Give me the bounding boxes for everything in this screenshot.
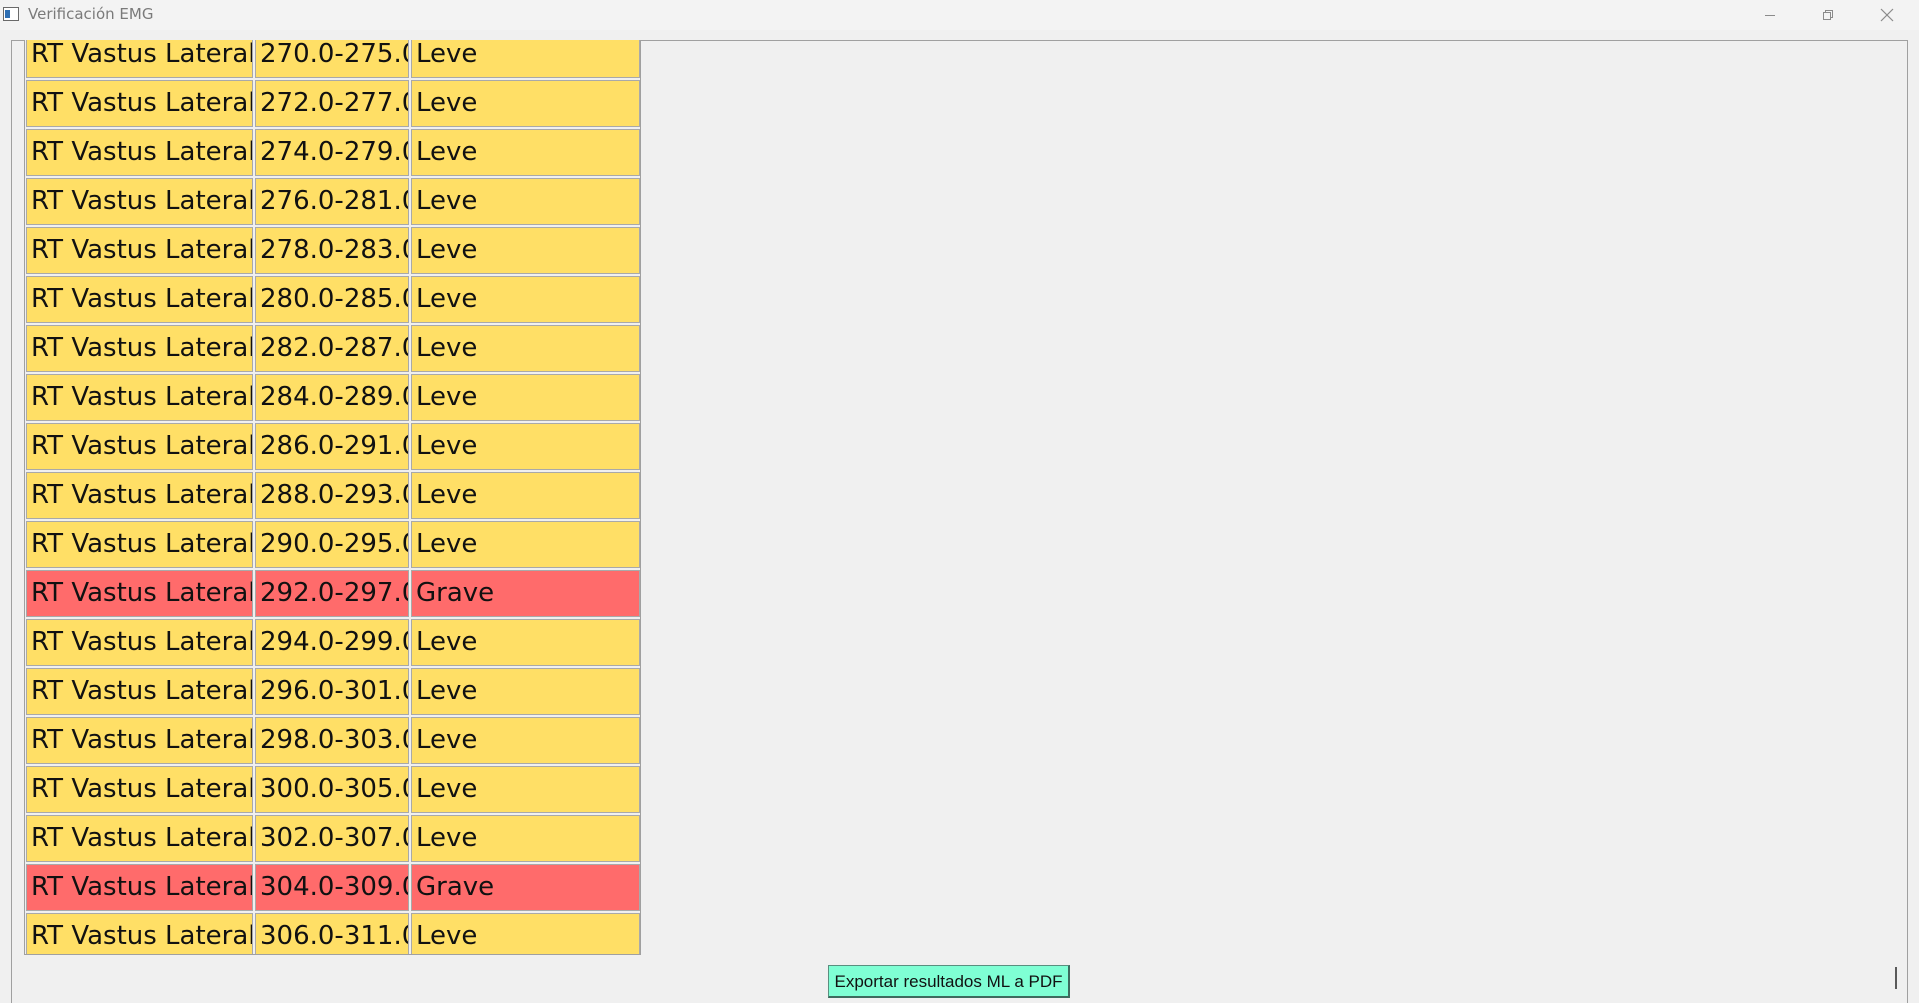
muscle-cell[interactable]: RT Vastus Lateralis — [26, 276, 253, 323]
table-row[interactable]: RT Vastus Lateralis 274.0-279.0 Leve — [26, 129, 640, 178]
table-row[interactable]: RT Vastus Lateralis 306.0-311.0 Leve — [26, 913, 640, 954]
severity-cell[interactable]: Leve — [411, 423, 640, 470]
scrollbar-thumb[interactable] — [1895, 967, 1897, 989]
minimize-icon — [1765, 15, 1775, 16]
table-row[interactable]: RT Vastus Lateralis 304.0-309.0 Grave — [26, 864, 640, 913]
severity-cell[interactable]: Leve — [411, 619, 640, 666]
severity-cell[interactable]: Leve — [411, 668, 640, 715]
range-cell[interactable]: 280.0-285.0 — [255, 276, 409, 323]
range-cell[interactable]: 270.0-275.0 — [255, 40, 409, 78]
minimize-button[interactable] — [1741, 0, 1799, 30]
range-cell[interactable]: 298.0-303.0 — [255, 717, 409, 764]
muscle-cell[interactable]: RT Vastus Lateralis — [26, 227, 253, 274]
muscle-cell[interactable]: RT Vastus Lateralis — [26, 717, 253, 764]
table-row[interactable]: RT Vastus Lateralis 300.0-305.0 Leve — [26, 766, 640, 815]
muscle-cell[interactable]: RT Vastus Lateralis — [26, 815, 253, 862]
muscle-cell[interactable]: RT Vastus Lateralis — [26, 472, 253, 519]
muscle-cell[interactable]: RT Vastus Lateralis — [26, 521, 253, 568]
table-row[interactable]: RT Vastus Lateralis 280.0-285.0 Leve — [26, 276, 640, 325]
range-cell[interactable]: 288.0-293.0 — [255, 472, 409, 519]
severity-cell[interactable]: Leve — [411, 40, 640, 78]
range-cell[interactable]: 300.0-305.0 — [255, 766, 409, 813]
range-cell[interactable]: 306.0-311.0 — [255, 913, 409, 954]
table-row[interactable]: RT Vastus Lateralis 270.0-275.0 Leve — [26, 40, 640, 80]
severity-cell[interactable]: Grave — [411, 570, 640, 617]
range-cell[interactable]: 274.0-279.0 — [255, 129, 409, 176]
range-cell[interactable]: 284.0-289.0 — [255, 374, 409, 421]
range-cell[interactable]: 294.0-299.0 — [255, 619, 409, 666]
severity-cell[interactable]: Leve — [411, 472, 640, 519]
range-cell[interactable]: 272.0-277.0 — [255, 80, 409, 127]
window-title: Verificación EMG — [28, 5, 154, 23]
table-row[interactable]: RT Vastus Lateralis 282.0-287.0 Leve — [26, 325, 640, 374]
restore-icon — [1823, 10, 1833, 20]
table-row[interactable]: RT Vastus Lateralis 302.0-307.0 Leve — [26, 815, 640, 864]
results-table[interactable]: RT Vastus Lateralis 270.0-275.0 Leve RT Vas… — [24, 40, 641, 955]
range-cell[interactable]: 276.0-281.0 — [255, 178, 409, 225]
range-cell[interactable]: 296.0-301.0 — [255, 668, 409, 715]
severity-cell[interactable]: Leve — [411, 766, 640, 813]
muscle-cell[interactable]: RT Vastus Lateralis — [26, 570, 253, 617]
range-cell[interactable]: 290.0-295.0 — [255, 521, 409, 568]
muscle-cell[interactable]: RT Vastus Lateralis — [26, 129, 253, 176]
table-row[interactable]: RT Vastus Lateralis 288.0-293.0 Leve — [26, 472, 640, 521]
muscle-cell[interactable]: RT Vastus Lateralis — [26, 423, 253, 470]
range-cell[interactable]: 282.0-287.0 — [255, 325, 409, 372]
table-row[interactable]: RT Vastus Lateralis 296.0-301.0 Leve — [26, 668, 640, 717]
table-row[interactable]: RT Vastus Lateralis 286.0-291.0 Leve — [26, 423, 640, 472]
severity-cell[interactable]: Leve — [411, 325, 640, 372]
table-row[interactable]: RT Vastus Lateralis 272.0-277.0 Leve — [26, 80, 640, 129]
muscle-cell[interactable]: RT Vastus Lateralis — [26, 668, 253, 715]
muscle-cell[interactable]: RT Vastus Lateralis — [26, 913, 253, 954]
restore-button[interactable] — [1799, 0, 1857, 30]
muscle-cell[interactable]: RT Vastus Lateralis — [26, 619, 253, 666]
close-icon — [1880, 8, 1894, 22]
severity-cell[interactable]: Grave — [411, 864, 640, 911]
range-cell[interactable]: 286.0-291.0 — [255, 423, 409, 470]
range-cell[interactable]: 292.0-297.0 — [255, 570, 409, 617]
table-row[interactable]: RT Vastus Lateralis 290.0-295.0 Leve — [26, 521, 640, 570]
table-row[interactable]: RT Vastus Lateralis 298.0-303.0 Leve — [26, 717, 640, 766]
range-cell[interactable]: 304.0-309.0 — [255, 864, 409, 911]
title-bar: Verificación EMG — [0, 0, 1919, 30]
muscle-cell[interactable]: RT Vastus Lateralis — [26, 374, 253, 421]
severity-cell[interactable]: Leve — [411, 80, 640, 127]
export-pdf-button[interactable]: Exportar resultados ML a PDF — [828, 965, 1070, 998]
muscle-cell[interactable]: RT Vastus Lateralis — [26, 766, 253, 813]
muscle-cell[interactable]: RT Vastus Lateralis — [26, 864, 253, 911]
severity-cell[interactable]: Leve — [411, 276, 640, 323]
muscle-cell[interactable]: RT Vastus Lateralis — [26, 80, 253, 127]
muscle-cell[interactable]: RT Vastus Lateralis — [26, 325, 253, 372]
close-button[interactable] — [1858, 0, 1916, 30]
severity-cell[interactable]: Leve — [411, 129, 640, 176]
muscle-cell[interactable]: RT Vastus Lateralis — [26, 178, 253, 225]
severity-cell[interactable]: Leve — [411, 178, 640, 225]
table-row[interactable]: RT Vastus Lateralis 276.0-281.0 Leve — [26, 178, 640, 227]
severity-cell[interactable]: Leve — [411, 374, 640, 421]
severity-cell[interactable]: Leve — [411, 227, 640, 274]
table-row[interactable]: RT Vastus Lateralis 294.0-299.0 Leve — [26, 619, 640, 668]
range-cell[interactable]: 278.0-283.0 — [255, 227, 409, 274]
severity-cell[interactable]: Leve — [411, 815, 640, 862]
range-cell[interactable]: 302.0-307.0 — [255, 815, 409, 862]
table-row[interactable]: RT Vastus Lateralis 284.0-289.0 Leve — [26, 374, 640, 423]
table-row[interactable]: RT Vastus Lateralis 292.0-297.0 Grave — [26, 570, 640, 619]
muscle-cell[interactable]: RT Vastus Lateralis — [26, 40, 253, 78]
app-icon — [3, 7, 19, 21]
severity-cell[interactable]: Leve — [411, 913, 640, 954]
severity-cell[interactable]: Leve — [411, 521, 640, 568]
table-row[interactable]: RT Vastus Lateralis 278.0-283.0 Leve — [26, 227, 640, 276]
severity-cell[interactable]: Leve — [411, 717, 640, 764]
